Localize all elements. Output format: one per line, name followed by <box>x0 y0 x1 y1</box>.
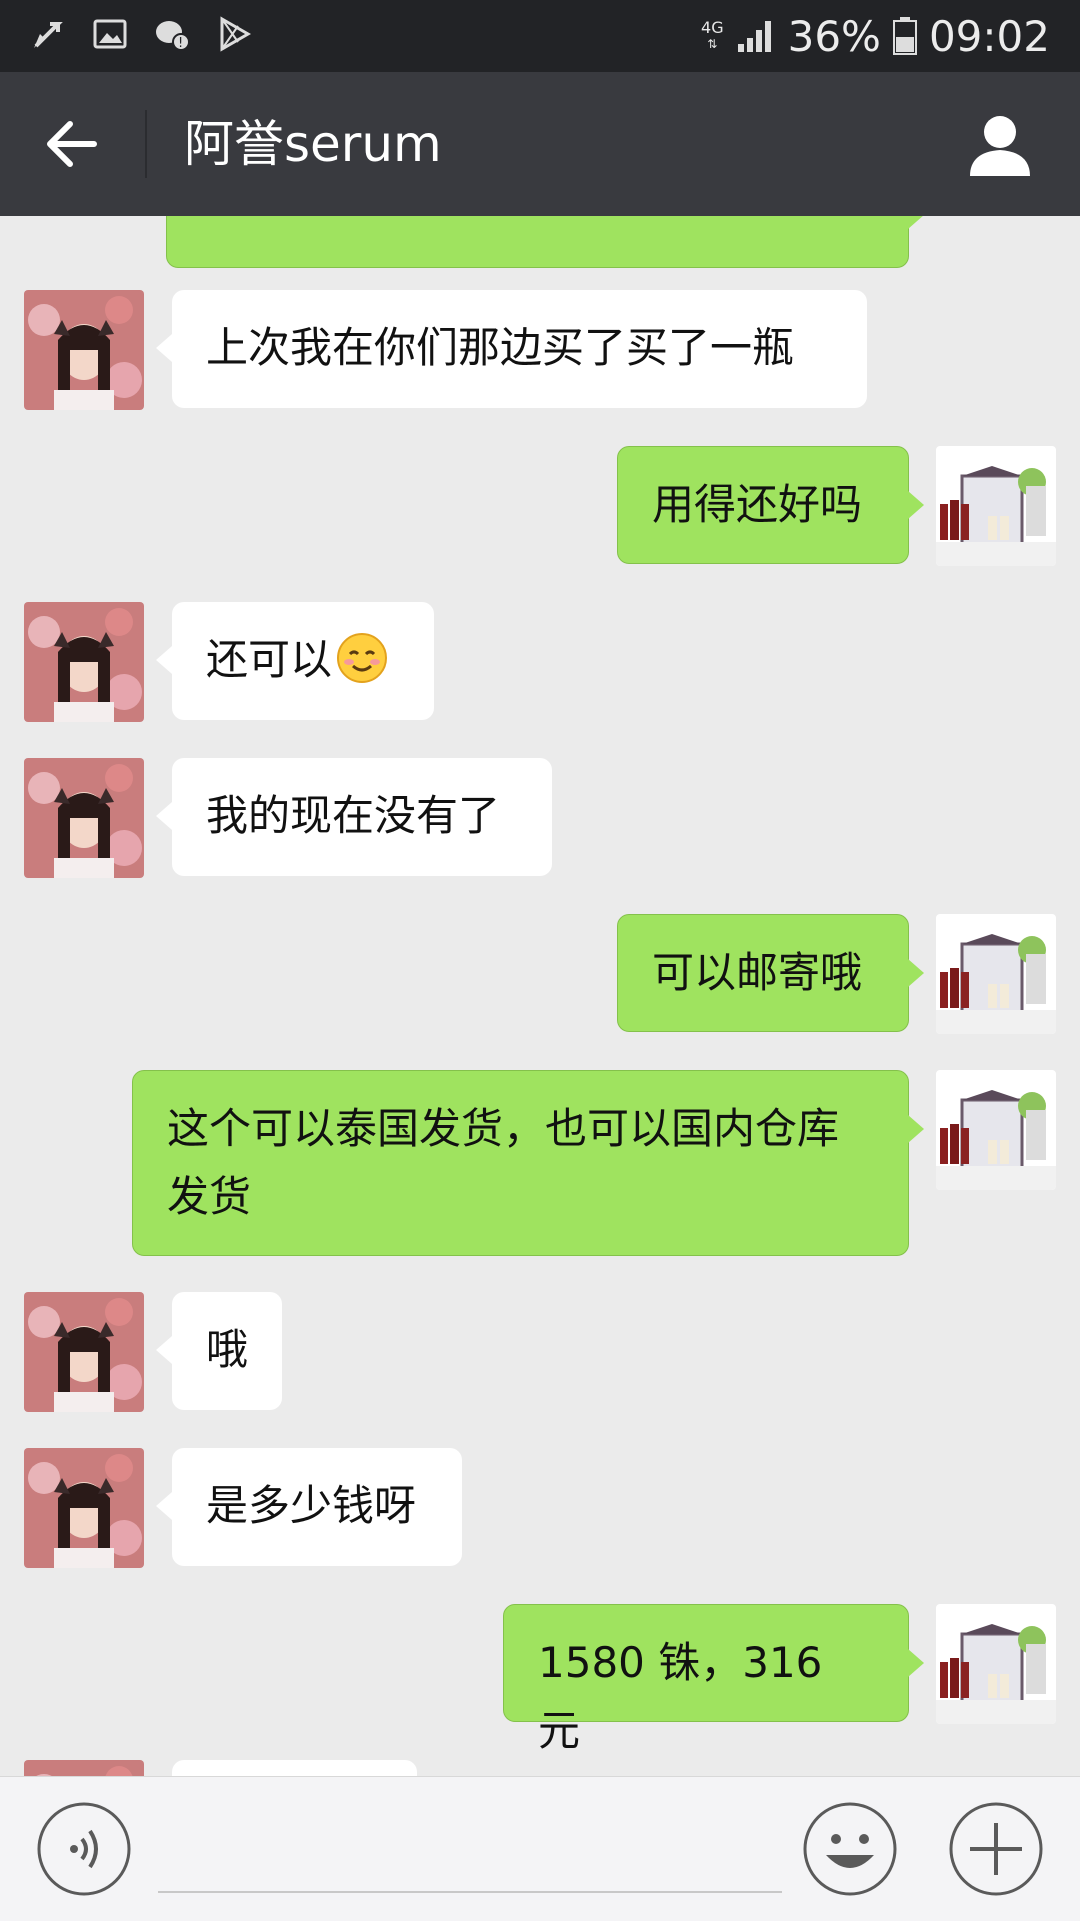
clock: 09:02 <box>928 11 1050 61</box>
battery-icon <box>892 17 917 55</box>
my-avatar[interactable] <box>936 1070 1056 1190</box>
message-text: 是多少钱呀 <box>206 1481 417 1530</box>
status-icons-right: 4G ⇅ 36% 09:02 <box>701 11 1050 61</box>
wechat-alert-icon: ! <box>156 21 190 51</box>
message-text: 1580 铢，316 元 <box>538 1638 823 1755</box>
back-arrow-icon[interactable] <box>36 114 108 174</box>
message-text-line2: 发货 <box>167 1172 252 1221</box>
message-bubble-incoming[interactable]: 是多少钱呀 <box>156 1448 462 1566</box>
message-text: 我的现在没有了 <box>206 791 501 840</box>
network-type: 4G ⇅ <box>701 18 724 52</box>
play-store-icon <box>220 16 252 52</box>
message-text: 用得还好吗 <box>652 480 863 529</box>
message-bubble-incoming[interactable]: 哦 <box>156 1292 282 1410</box>
message-bubble-outgoing[interactable]: 1580 铢，316 元 <box>503 1604 924 1755</box>
my-avatar[interactable] <box>936 914 1056 1034</box>
battery-percent: 36% <box>787 11 881 61</box>
input-bar <box>0 1776 1080 1921</box>
smiling-face-emoji <box>337 633 388 683</box>
notification-arrow-icon <box>34 22 63 48</box>
message-bubble-incoming[interactable]: 上次我在你们那边买了买了一瓶 <box>156 290 867 408</box>
svg-text:!: ! <box>178 36 183 51</box>
message-text: 这个可以泰国发货，也可以国内仓库 <box>167 1104 840 1153</box>
contact-avatar[interactable] <box>24 290 144 410</box>
my-avatar[interactable] <box>936 446 1056 566</box>
contact-avatar[interactable] <box>24 758 144 878</box>
voice-icon[interactable] <box>36 1801 132 1897</box>
message-bubble-partial[interactable] <box>166 216 924 268</box>
message-bubble-incoming-partial[interactable] <box>172 1760 417 1776</box>
contact-avatar[interactable] <box>24 1448 144 1568</box>
message-text: 还可以 <box>206 635 333 684</box>
message-bubble-incoming[interactable]: 我的现在没有了 <box>156 758 552 876</box>
my-avatar[interactable] <box>936 1604 1056 1724</box>
message-text: 上次我在你们那边买了买了一瓶 <box>206 323 795 372</box>
contact-avatar[interactable] <box>24 602 144 722</box>
emoji-smile-icon[interactable] <box>802 1801 898 1897</box>
header-divider <box>145 110 147 178</box>
message-list[interactable]: 上次我在你们那边买了买了一瓶 用得还好吗 还可以 我的现在没有了 可以邮寄哦 这… <box>0 216 1080 1776</box>
message-bubble-outgoing[interactable]: 这个可以泰国发货，也可以国内仓库 发货 <box>132 1070 924 1256</box>
message-bubble-outgoing[interactable]: 用得还好吗 <box>617 446 924 564</box>
message-bubble-incoming[interactable]: 还可以 <box>156 602 434 720</box>
chat-header: 阿誉serum <box>0 72 1080 216</box>
status-bar: ! 4G ⇅ 36% 09:02 <box>0 0 1080 72</box>
message-input[interactable] <box>158 1797 782 1893</box>
message-text: 哦 <box>206 1325 249 1374</box>
status-icons-left: ! <box>30 16 252 52</box>
contact-avatar[interactable] <box>24 1760 144 1776</box>
plus-icon[interactable] <box>948 1801 1044 1897</box>
chat-title: 阿誉serum <box>184 115 442 173</box>
image-icon <box>93 19 127 49</box>
person-icon[interactable] <box>964 110 1036 178</box>
signal-icon <box>737 21 771 52</box>
message-bubble-outgoing[interactable]: 可以邮寄哦 <box>617 914 924 1032</box>
message-text: 可以邮寄哦 <box>652 948 863 997</box>
contact-avatar[interactable] <box>24 1292 144 1412</box>
